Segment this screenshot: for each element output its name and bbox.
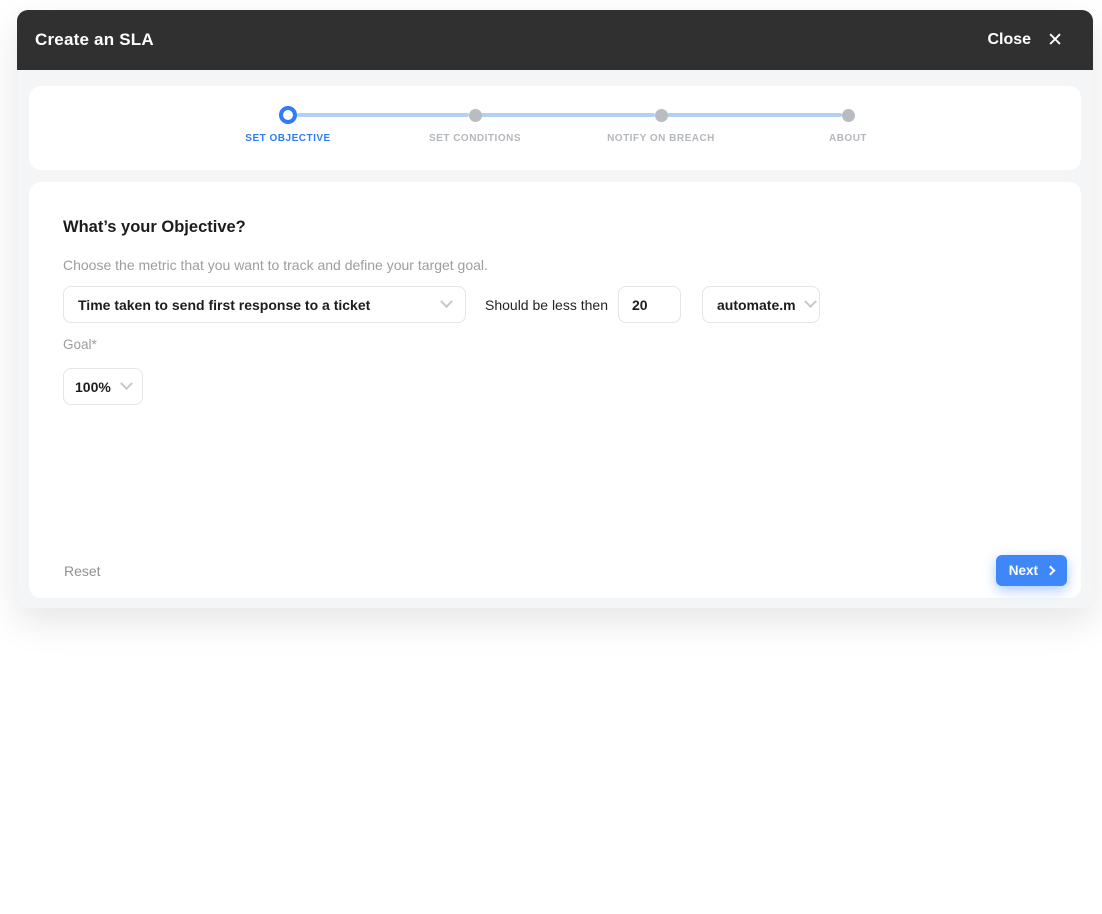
step-label: SET CONDITIONS	[429, 133, 521, 144]
metric-select-value: Time taken to send first response to a t…	[78, 297, 370, 313]
threshold-input[interactable]	[618, 286, 681, 323]
modal-header: Create an SLA Close ✕	[17, 10, 1093, 70]
stepper-step-set-conditions[interactable]: SET CONDITIONS	[383, 106, 567, 144]
step-dot-wrap	[655, 106, 668, 124]
close-icon: ✕	[1047, 31, 1063, 50]
close-button[interactable]: Close ✕	[988, 31, 1064, 50]
reset-button[interactable]: Reset	[64, 563, 101, 579]
next-button-label: Next	[1009, 563, 1038, 578]
step-label: NOTIFY ON BREACH	[607, 133, 715, 144]
step-dot	[655, 109, 668, 122]
condition-label: Should be less then	[485, 286, 608, 323]
step-label: ABOUT	[829, 133, 867, 144]
objective-form-card: What’s your Objective? Choose the metric…	[29, 182, 1081, 598]
step-label: SET OBJECTIVE	[245, 133, 330, 144]
close-button-label: Close	[988, 31, 1032, 49]
step-dot	[842, 109, 855, 122]
page-title: What’s your Objective?	[63, 218, 246, 237]
unit-select-value: automate.m	[717, 297, 796, 313]
unit-select[interactable]: automate.m	[702, 286, 820, 323]
step-dot	[469, 109, 482, 122]
chevron-down-icon	[120, 377, 133, 390]
stepper-step-set-objective[interactable]: SET OBJECTIVE	[196, 106, 380, 144]
goal-select-value: 100%	[75, 379, 111, 395]
stepper-step-notify-on-breach[interactable]: NOTIFY ON BREACH	[569, 106, 753, 144]
stepper: SET OBJECTIVE SET CONDITIONS NOTIFY ON B…	[29, 86, 1081, 170]
chevron-right-icon	[1046, 566, 1056, 576]
chevron-down-icon	[804, 295, 817, 308]
step-dot-wrap	[842, 106, 855, 124]
stepper-step-about[interactable]: ABOUT	[756, 106, 940, 144]
modal-title: Create an SLA	[35, 30, 154, 50]
page-description: Choose the metric that you want to track…	[63, 257, 488, 273]
step-dot-wrap	[469, 106, 482, 124]
goal-label: Goal*	[63, 337, 97, 352]
chevron-down-icon	[440, 295, 453, 308]
create-sla-modal: Create an SLA Close ✕ SET OBJECTIVE SET …	[17, 10, 1093, 608]
step-dot-wrap	[279, 106, 297, 124]
goal-select[interactable]: 100%	[63, 368, 143, 405]
next-button[interactable]: Next	[996, 555, 1067, 586]
metric-select[interactable]: Time taken to send first response to a t…	[63, 286, 466, 323]
step-dot	[279, 106, 297, 124]
